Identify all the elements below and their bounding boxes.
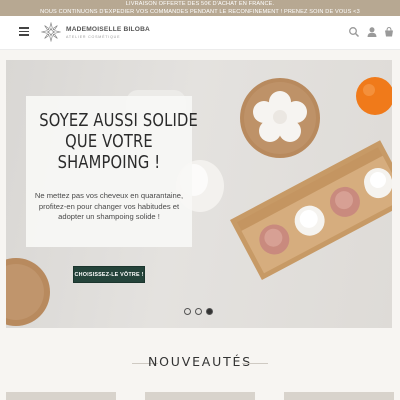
slide-dot-1[interactable] — [184, 308, 191, 315]
user-icon[interactable] — [366, 26, 378, 38]
slide-dot-3[interactable] — [206, 308, 213, 315]
product-card[interactable] — [6, 392, 116, 400]
section-title: NOUVEAUTÉS — [148, 354, 252, 369]
hero-title: SOYEZ AUSSI SOLIDE QUE VOTRE SHAMPOING ! — [39, 111, 198, 174]
slide-dot-2[interactable] — [195, 308, 202, 315]
product-card[interactable] — [284, 392, 394, 400]
site-header: MADEMOISELLE BILOBA ATELIER COSMÉTIQUE — [0, 16, 400, 50]
brand-name[interactable]: MADEMOISELLE BILOBA — [66, 26, 150, 33]
announcement-line-1: LIVRAISON OFFERTE DÈS 50€ D'ACHAT EN FRA… — [125, 1, 275, 7]
hero-description: Ne mettez pas vos cheveux en quarantaine… — [34, 191, 184, 221]
slider-pagination — [184, 308, 224, 318]
brand-tagline: ATELIER COSMÉTIQUE — [66, 35, 121, 39]
hero-title-line-2: QUE VOTRE — [65, 132, 153, 152]
hero-title-line-3: SHAMPOING ! — [57, 153, 161, 173]
cart-icon[interactable] — [383, 26, 395, 38]
hero-slider[interactable]: SOYEZ AUSSI SOLIDE QUE VOTRE SHAMPOING !… — [6, 60, 392, 328]
choose-yours-button[interactable]: CHOISISSEZ-LE VÔTRE ! — [73, 266, 145, 283]
hero-title-line-1: SOYEZ AUSSI SOLIDE — [39, 111, 198, 131]
section-rule-right — [242, 363, 268, 364]
menu-icon[interactable] — [19, 27, 29, 36]
announcement-line-2: NOUS CONTINUONS D'EXPÉDIER VOS COMMANDES… — [40, 8, 360, 15]
announcement-bar: LIVRAISON OFFERTE DÈS 50€ D'ACHAT EN FRA… — [0, 0, 400, 16]
product-card[interactable] — [145, 392, 255, 400]
logo-flower-icon[interactable] — [41, 22, 61, 42]
search-icon[interactable] — [348, 26, 360, 38]
hero-text-card: SOYEZ AUSSI SOLIDE QUE VOTRE SHAMPOING !… — [26, 96, 198, 247]
